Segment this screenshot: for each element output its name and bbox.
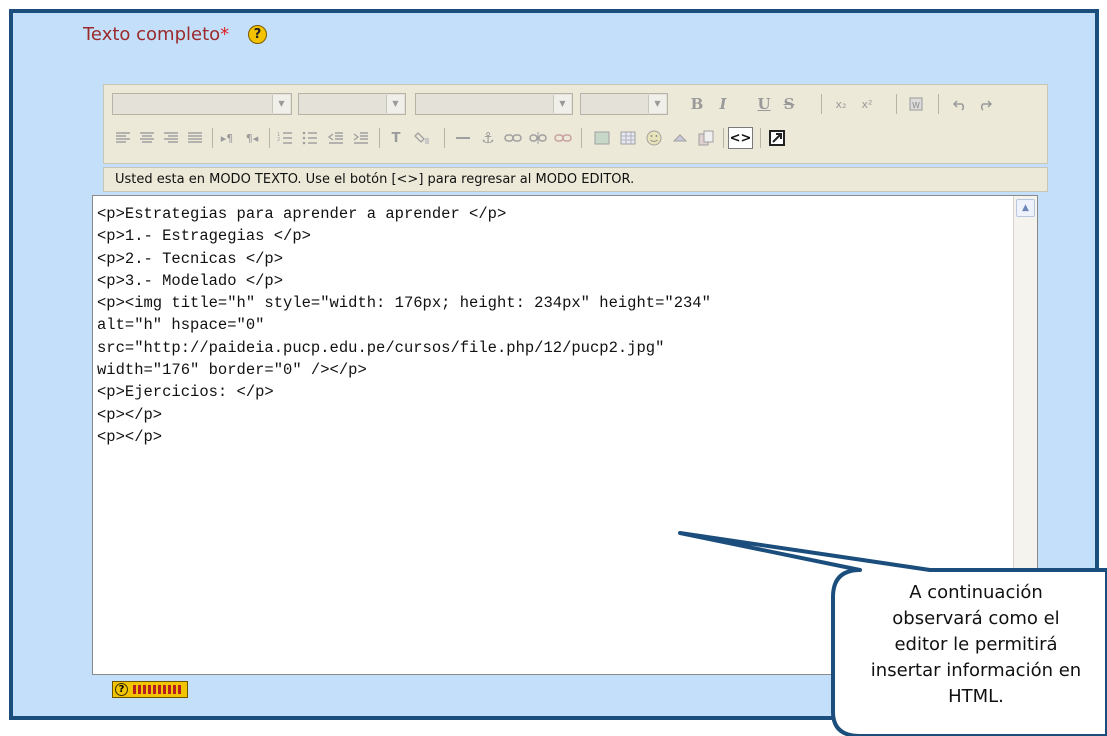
callout-line: editor le permitirá (894, 634, 1058, 655)
callout-line: insertar información en (870, 660, 1082, 681)
callout-text: A continuación observará como el editor … (845, 580, 1107, 710)
callout-line: HTML. (948, 686, 1004, 707)
callout-line: observará como el (892, 608, 1060, 629)
callout-line: A continuación (909, 582, 1043, 603)
